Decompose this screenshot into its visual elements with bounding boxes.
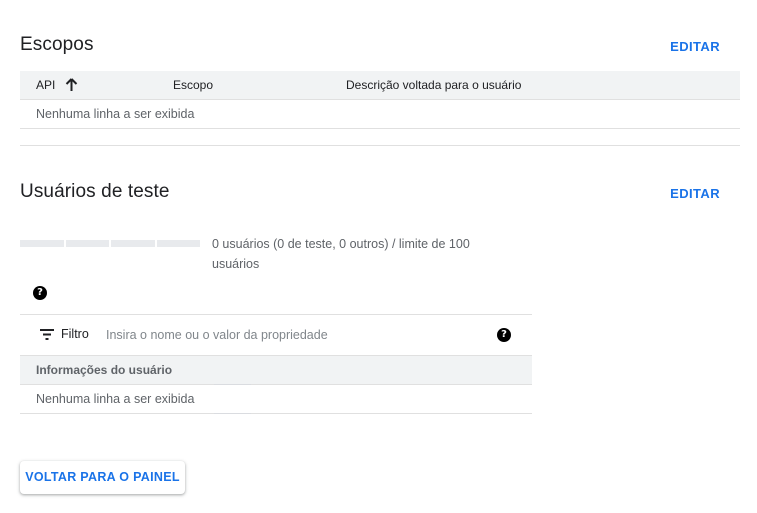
- column-header-user-info[interactable]: Informações do usuário: [36, 363, 172, 377]
- test-users-title: Usuários de teste: [20, 181, 170, 202]
- scopes-empty-row: Nenhuma linha a ser exibida: [20, 100, 740, 129]
- test-users-edit-button[interactable]: EDITAR: [670, 186, 720, 201]
- users-table-header: Informações do usuário: [20, 355, 532, 385]
- filter-bar: Filtro ?: [20, 314, 532, 355]
- user-limit-progress-bar: [20, 240, 200, 247]
- progress-segment: [20, 240, 64, 247]
- column-header-description[interactable]: Descrição voltada para o usuário: [346, 78, 521, 92]
- users-empty-row: Nenhuma linha a ser exibida: [20, 385, 532, 414]
- users-empty-text: Nenhuma linha a ser exibida: [36, 392, 195, 406]
- back-to-dashboard-button[interactable]: VOLTAR PARA O PAINEL: [20, 461, 185, 494]
- help-icon[interactable]: ?: [497, 328, 511, 342]
- column-divider: [214, 413, 251, 414]
- scopes-title: Escopos: [20, 34, 94, 55]
- scopes-edit-button[interactable]: EDITAR: [670, 39, 720, 54]
- progress-segment: [156, 240, 200, 247]
- column-header-scope[interactable]: Escopo: [173, 78, 213, 92]
- filter-icon[interactable]: [40, 329, 54, 343]
- column-header-api[interactable]: API: [36, 78, 78, 95]
- progress-segment: [111, 240, 155, 247]
- progress-segment: [65, 240, 109, 247]
- scopes-table-header: API Escopo Descrição voltada para o usuá…: [20, 71, 740, 100]
- help-icon[interactable]: ?: [33, 286, 47, 300]
- scopes-table: API Escopo Descrição voltada para o usuá…: [20, 71, 740, 129]
- filter-label: Filtro: [61, 327, 89, 341]
- test-users-table: Filtro ? Informações do usuário Nenhuma …: [20, 314, 532, 414]
- user-limit-text: 0 usuários (0 de teste, 0 outros) / limi…: [212, 237, 470, 271]
- arrow-up-icon[interactable]: [65, 78, 78, 95]
- section-divider: [20, 145, 740, 146]
- filter-input[interactable]: [104, 323, 488, 347]
